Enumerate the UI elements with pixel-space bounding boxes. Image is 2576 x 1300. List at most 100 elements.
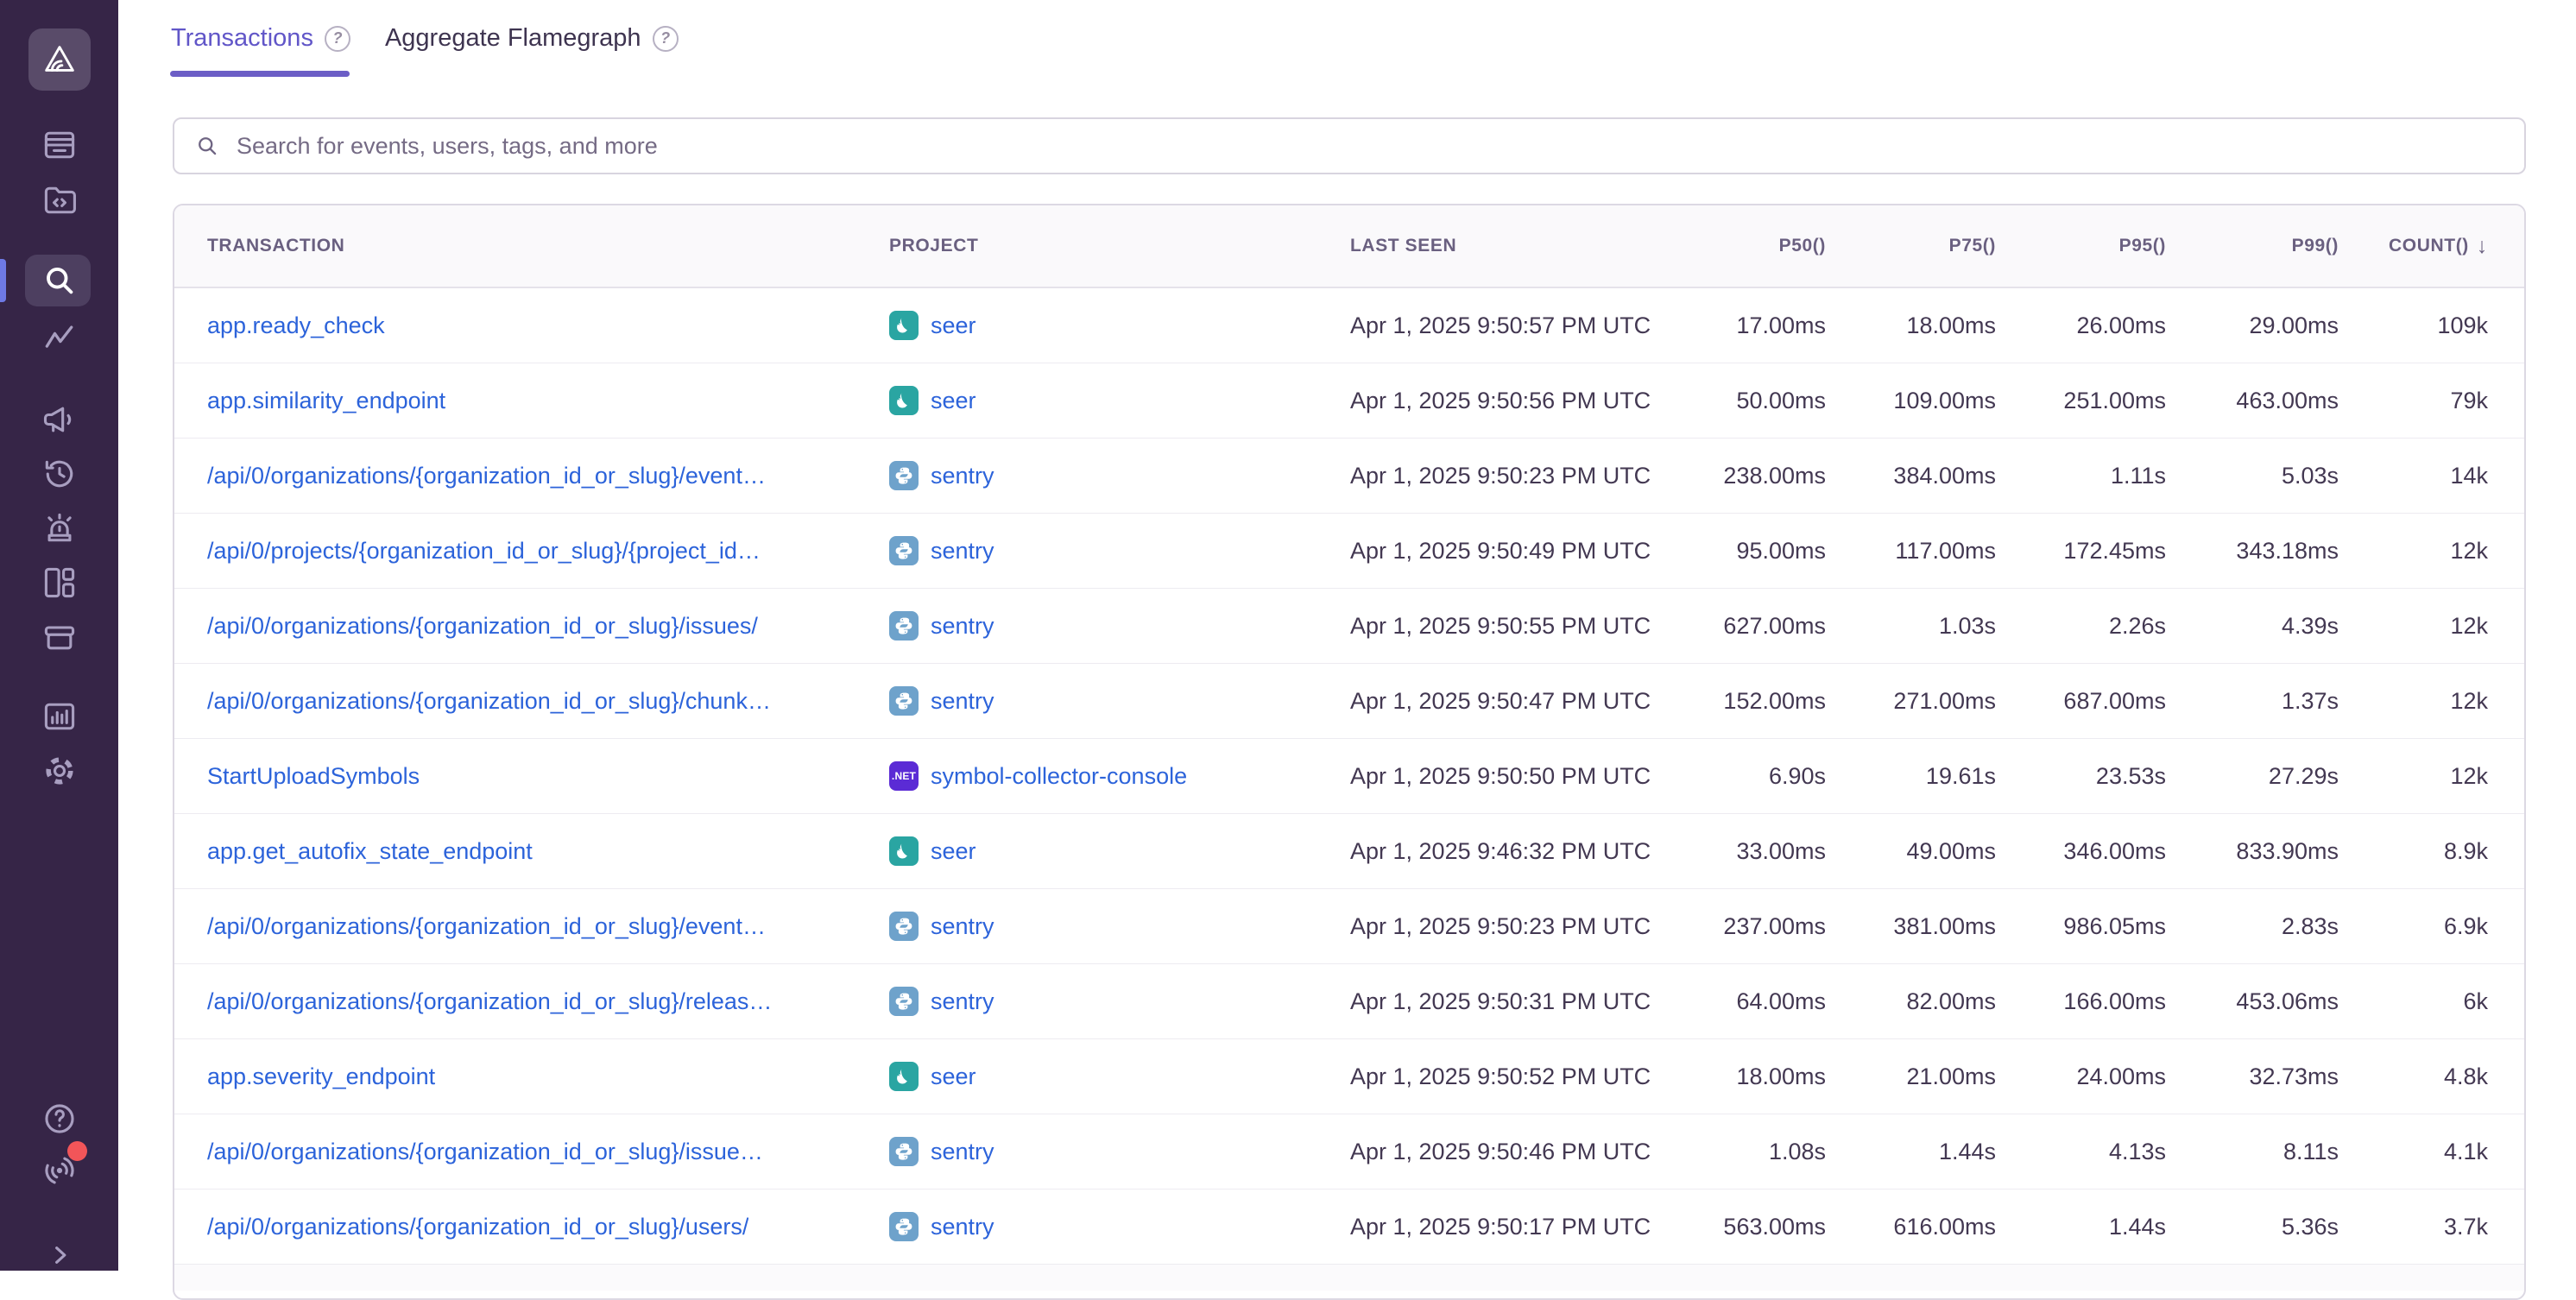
column-header-p75[interactable]: P75() bbox=[1826, 236, 1996, 256]
transaction-link[interactable]: /api/0/organizations/{organization_id_or… bbox=[207, 613, 758, 640]
sidebar-item-settings[interactable] bbox=[0, 743, 118, 798]
project-link[interactable]: sentry bbox=[889, 1137, 994, 1166]
help-icon[interactable]: ? bbox=[325, 26, 350, 52]
transaction-link[interactable]: /api/0/projects/{organization_id_or_slug… bbox=[207, 538, 761, 565]
seer-platform-icon bbox=[893, 1066, 914, 1087]
project-name: sentry bbox=[931, 988, 994, 1015]
project-link[interactable]: sentry bbox=[889, 912, 994, 941]
p50-cell: 238.00ms bbox=[1685, 463, 1826, 489]
project-cell: sentry bbox=[889, 611, 1350, 641]
transaction-cell: /api/0/organizations/{organization_id_or… bbox=[174, 1214, 889, 1240]
transaction-link[interactable]: app.similarity_endpoint bbox=[207, 388, 445, 414]
sidebar-item-dashboards[interactable] bbox=[0, 555, 118, 610]
sidebar-item-projects[interactable] bbox=[0, 173, 118, 228]
project-cell: seer bbox=[889, 836, 1350, 866]
project-link[interactable]: sentry bbox=[889, 987, 994, 1016]
tab-aggregate-flamegraph[interactable]: Aggregate Flamegraph ? bbox=[385, 24, 679, 53]
project-name: sentry bbox=[931, 1139, 994, 1165]
column-header-project[interactable]: PROJECT bbox=[889, 236, 1350, 256]
transaction-cell: /api/0/organizations/{organization_id_or… bbox=[174, 1139, 889, 1165]
search-input[interactable]: Search for events, users, tags, and more bbox=[173, 117, 2526, 174]
p75-cell: 109.00ms bbox=[1826, 388, 1996, 414]
sidebar-item-stats[interactable] bbox=[0, 689, 118, 744]
sidebar-whats-new-button[interactable] bbox=[0, 1143, 118, 1198]
sidebar-item-releases[interactable] bbox=[0, 609, 118, 665]
sidebar-item-issues[interactable] bbox=[0, 117, 118, 173]
tab-bar: Transactions ? Aggregate Flamegraph ? bbox=[171, 24, 679, 53]
project-link[interactable]: seer bbox=[889, 311, 976, 340]
transaction-link[interactable]: app.ready_check bbox=[207, 312, 385, 339]
column-header-p50[interactable]: P50() bbox=[1685, 236, 1826, 256]
p50-cell: 563.00ms bbox=[1685, 1214, 1826, 1240]
p75-cell: 381.00ms bbox=[1826, 913, 1996, 940]
project-link[interactable]: sentry bbox=[889, 461, 994, 490]
project-link[interactable]: seer bbox=[889, 836, 976, 866]
project-link[interactable]: .NET symbol-collector-console bbox=[889, 761, 1187, 791]
column-header-count[interactable]: COUNT() ↓ bbox=[2339, 234, 2488, 259]
sidebar-item-feedback[interactable] bbox=[0, 392, 118, 447]
sidebar-item-explore[interactable] bbox=[0, 253, 118, 308]
column-header-transaction[interactable]: TRANSACTION bbox=[174, 236, 889, 256]
project-name: sentry bbox=[931, 1214, 994, 1240]
transaction-link[interactable]: /api/0/organizations/{organization_id_or… bbox=[207, 1139, 763, 1165]
transaction-link[interactable]: /api/0/organizations/{organization_id_or… bbox=[207, 913, 766, 940]
transaction-link[interactable]: app.severity_endpoint bbox=[207, 1063, 435, 1090]
p95-cell: 26.00ms bbox=[1996, 312, 2166, 339]
p95-cell: 687.00ms bbox=[1996, 688, 2166, 715]
count-cell: 14k bbox=[2339, 463, 2488, 489]
project-cell: seer bbox=[889, 311, 1350, 340]
p99-cell: 27.29s bbox=[2166, 763, 2339, 790]
project-link[interactable]: sentry bbox=[889, 686, 994, 716]
project-cell: seer bbox=[889, 1062, 1350, 1091]
column-header-last-seen[interactable]: LAST SEEN bbox=[1350, 236, 1685, 256]
sidebar-expand-button[interactable] bbox=[0, 1227, 118, 1283]
p95-cell: 986.05ms bbox=[1996, 913, 2166, 940]
transaction-link[interactable]: /api/0/organizations/{organization_id_or… bbox=[207, 988, 772, 1015]
project-platform-icon bbox=[889, 536, 919, 565]
sidebar-item-traces[interactable] bbox=[0, 310, 118, 365]
project-cell: sentry bbox=[889, 1212, 1350, 1241]
explore-search-icon bbox=[41, 262, 79, 300]
count-cell: 12k bbox=[2339, 763, 2488, 790]
project-name: sentry bbox=[931, 613, 994, 640]
project-platform-icon bbox=[889, 311, 919, 340]
transaction-link[interactable]: /api/0/organizations/{organization_id_or… bbox=[207, 463, 766, 489]
p50-cell: 18.00ms bbox=[1685, 1063, 1826, 1090]
sentry-logo[interactable] bbox=[28, 28, 91, 91]
project-link[interactable]: sentry bbox=[889, 611, 994, 641]
p99-cell: 453.06ms bbox=[2166, 988, 2339, 1015]
count-cell: 12k bbox=[2339, 688, 2488, 715]
tab-aggregate-flamegraph-label: Aggregate Flamegraph bbox=[385, 24, 641, 53]
table-row: /api/0/organizations/{organization_id_or… bbox=[174, 439, 2524, 514]
transaction-link[interactable]: app.get_autofix_state_endpoint bbox=[207, 838, 533, 865]
transaction-link[interactable]: /api/0/organizations/{organization_id_or… bbox=[207, 1214, 748, 1240]
column-header-p95[interactable]: P95() bbox=[1996, 236, 2166, 256]
count-cell: 12k bbox=[2339, 613, 2488, 640]
sidebar-help-button[interactable] bbox=[0, 1091, 118, 1146]
sidebar-item-alerts[interactable] bbox=[0, 501, 118, 556]
last-seen-cell: Apr 1, 2025 9:50:57 PM UTC bbox=[1350, 312, 1685, 339]
project-link[interactable]: seer bbox=[889, 1062, 976, 1091]
p75-cell: 18.00ms bbox=[1826, 312, 1996, 339]
transaction-cell: /api/0/organizations/{organization_id_or… bbox=[174, 613, 889, 640]
transaction-cell: /api/0/organizations/{organization_id_or… bbox=[174, 463, 889, 489]
project-link[interactable]: sentry bbox=[889, 536, 994, 565]
table-body: app.ready_check seer Apr 1, 2025 9:50:57… bbox=[174, 288, 2524, 1265]
transaction-link[interactable]: /api/0/organizations/{organization_id_or… bbox=[207, 688, 771, 715]
column-header-p99[interactable]: P99() bbox=[2166, 236, 2339, 256]
project-platform-icon bbox=[889, 461, 919, 490]
releases-archive-icon bbox=[41, 618, 79, 656]
help-glyph: ? bbox=[660, 29, 670, 47]
project-link[interactable]: seer bbox=[889, 386, 976, 415]
python-platform-icon bbox=[893, 1216, 914, 1237]
project-link[interactable]: sentry bbox=[889, 1212, 994, 1241]
p75-cell: 117.00ms bbox=[1826, 538, 1996, 565]
last-seen-cell: Apr 1, 2025 9:50:56 PM UTC bbox=[1350, 388, 1685, 414]
p75-cell: 384.00ms bbox=[1826, 463, 1996, 489]
project-name: seer bbox=[931, 388, 976, 414]
tab-transactions[interactable]: Transactions ? bbox=[171, 24, 350, 53]
sidebar-item-replays[interactable] bbox=[0, 446, 118, 502]
help-icon[interactable]: ? bbox=[653, 26, 679, 52]
feedback-megaphone-icon bbox=[41, 401, 79, 439]
transaction-link[interactable]: StartUploadSymbols bbox=[207, 763, 420, 790]
